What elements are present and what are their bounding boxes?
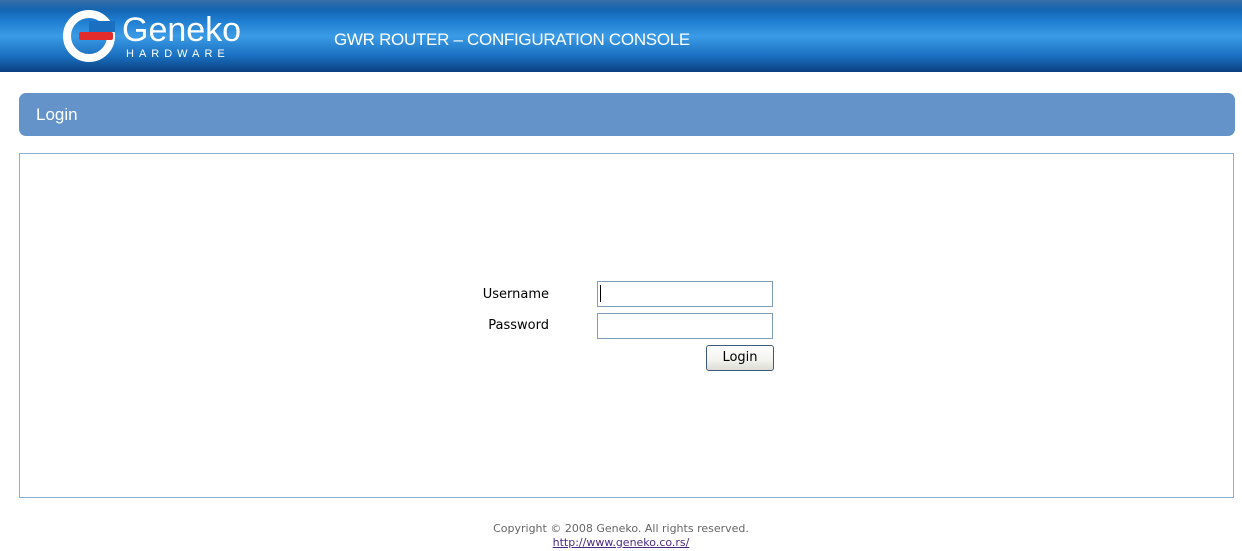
geneko-logo-icon	[63, 10, 115, 62]
section-title: Login	[36, 105, 78, 124]
username-label: Username	[482, 287, 549, 302]
geneko-website-link[interactable]: http://www.geneko.co.rs/	[553, 536, 690, 549]
login-button[interactable]: Login	[706, 345, 774, 371]
password-label: Password	[488, 318, 549, 333]
console-title: GWR ROUTER – CONFIGURATION CONSOLE	[334, 30, 690, 49]
logo-subtitle: HARDWARE	[126, 48, 230, 60]
header-banner: Geneko HARDWARE GWR ROUTER – CONFIGURATI…	[0, 0, 1242, 72]
copyright-text: Copyright © 2008 Geneko. All rights rese…	[493, 522, 749, 535]
geneko-logo: Geneko HARDWARE	[62, 9, 262, 65]
footer: Copyright © 2008 Geneko. All rights rese…	[0, 522, 1242, 550]
login-section-header: Login	[19, 93, 1235, 136]
password-input[interactable]	[597, 313, 773, 339]
text-cursor	[600, 285, 601, 302]
logo-wordmark: Geneko	[122, 11, 242, 49]
username-input[interactable]	[597, 281, 773, 307]
